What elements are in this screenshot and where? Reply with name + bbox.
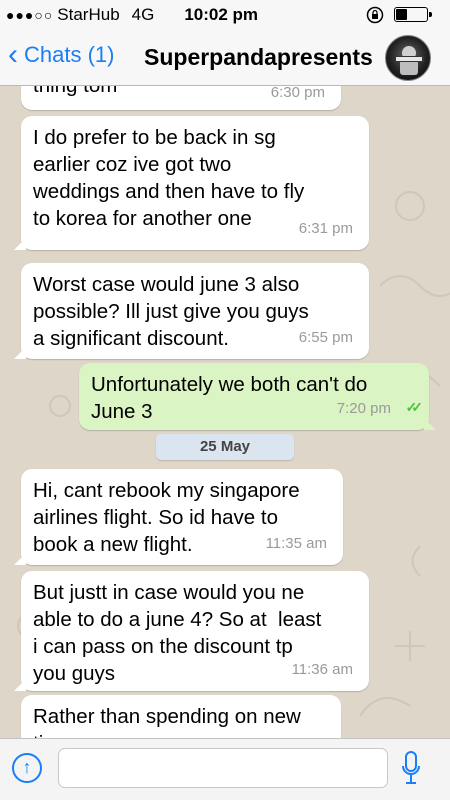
message-text: But justt in case would you ne able to d… <box>33 581 322 685</box>
network-type: 4G <box>131 5 155 24</box>
message-time: 6:31 pm <box>298 220 353 237</box>
microphone-icon[interactable] <box>402 751 420 785</box>
message-bubble-incoming[interactable]: Worst case would june 3 also possible? I… <box>14 263 369 359</box>
message-bubble-incoming[interactable]: But justt in case would you ne able to d… <box>14 571 369 691</box>
message-bubble-incoming[interactable]: I do prefer to be back in sg earlier coz… <box>14 116 369 250</box>
message-input[interactable] <box>58 748 388 788</box>
message-time: 7:20 pm <box>336 400 391 417</box>
signal-strength-icon: ●●●○○ <box>6 7 54 23</box>
status-time: 10:02 pm <box>184 5 259 24</box>
message-text: I do prefer to be back in sg earlier coz… <box>33 126 305 230</box>
message-text: Hi, cant rebook my singapore airlines fl… <box>33 479 300 556</box>
message-composer: ↑ <box>0 738 450 800</box>
message-time: 6:30 pm <box>270 86 325 101</box>
message-time: 11:35 am <box>265 535 327 552</box>
message-bubble-outgoing[interactable]: Unfortunately we both can't do June 3 7:… <box>79 363 436 430</box>
status-bar: ●●●○○ StarHub 4G 10:02 pm <box>0 0 450 30</box>
message-bubble-incoming[interactable]: thing tom 6:30 pm <box>21 86 341 110</box>
message-text: Worst case would june 3 also possible? I… <box>33 273 309 350</box>
message-list[interactable]: thing tom 6:30 pm I do prefer to be back… <box>0 86 450 738</box>
chat-header: ‹ Chats (1) Superpandapresents <box>0 30 450 86</box>
message-bubble-incoming[interactable]: Rather than spending on new tix <box>21 695 341 738</box>
back-label: Chats (1) <box>24 42 115 67</box>
avatar[interactable] <box>385 35 431 81</box>
message-text: Rather than spending on new tix <box>33 705 301 738</box>
battery-icon <box>394 7 432 22</box>
message-time: 6:55 pm <box>298 329 353 346</box>
rotation-lock-icon <box>366 6 384 29</box>
carrier-name: StarHub <box>57 5 120 24</box>
battery-level <box>396 9 408 20</box>
date-separator: 25 May <box>156 434 294 460</box>
read-receipt-icon: ✓✓ <box>405 399 424 415</box>
chevron-left-icon: ‹ <box>8 38 18 71</box>
message-text: Unfortunately we both can't do June 3 <box>91 373 368 423</box>
message-time: 11:36 am <box>291 661 353 678</box>
upload-icon[interactable]: ↑ <box>12 753 42 783</box>
back-button[interactable]: ‹ Chats (1) <box>8 38 115 71</box>
message-bubble-incoming[interactable]: Hi, cant rebook my singapore airlines fl… <box>14 469 343 565</box>
contact-name[interactable]: Superpandapresents <box>144 44 373 71</box>
message-text: thing tom <box>33 86 117 99</box>
